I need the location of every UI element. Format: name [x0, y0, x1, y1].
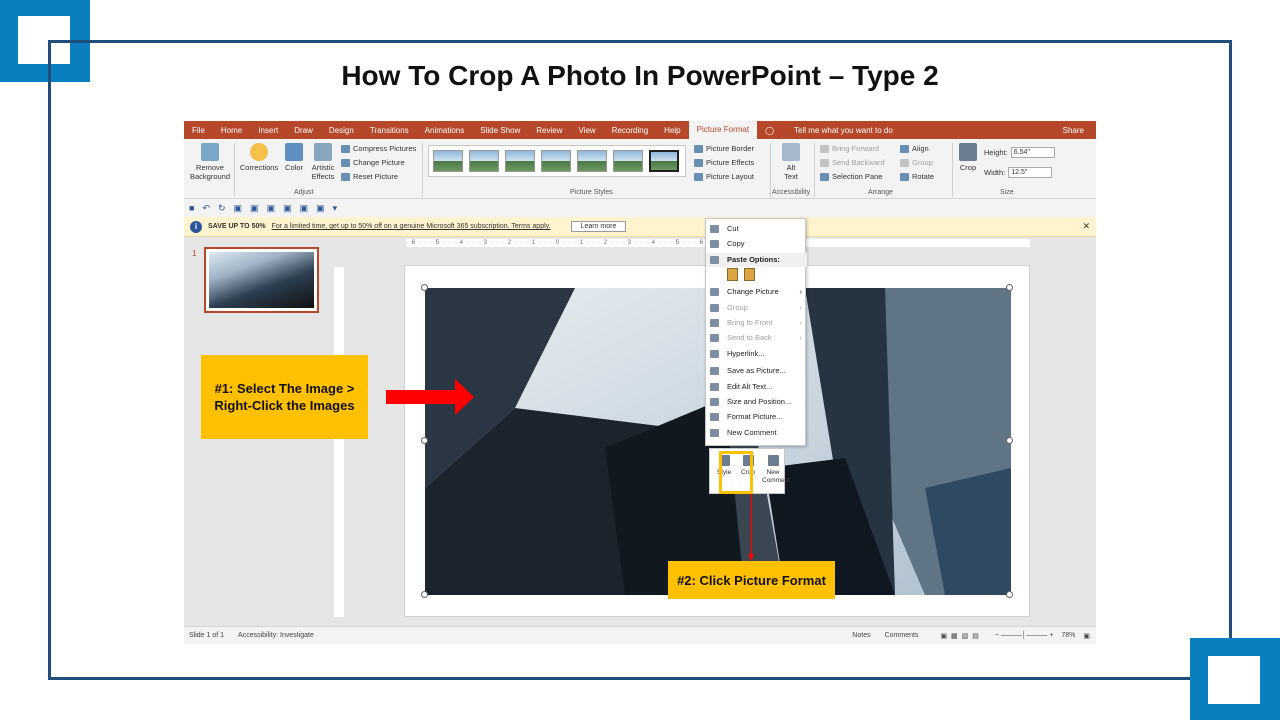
red-arrow: [386, 379, 474, 415]
annotation-layer: [386, 379, 754, 561]
pointer-arrowhead: [748, 554, 754, 561]
callout-step-1: #1: Select The Image > Right-Click the I…: [201, 355, 368, 439]
callout-step-2: #2: Click Picture Format: [668, 561, 835, 599]
